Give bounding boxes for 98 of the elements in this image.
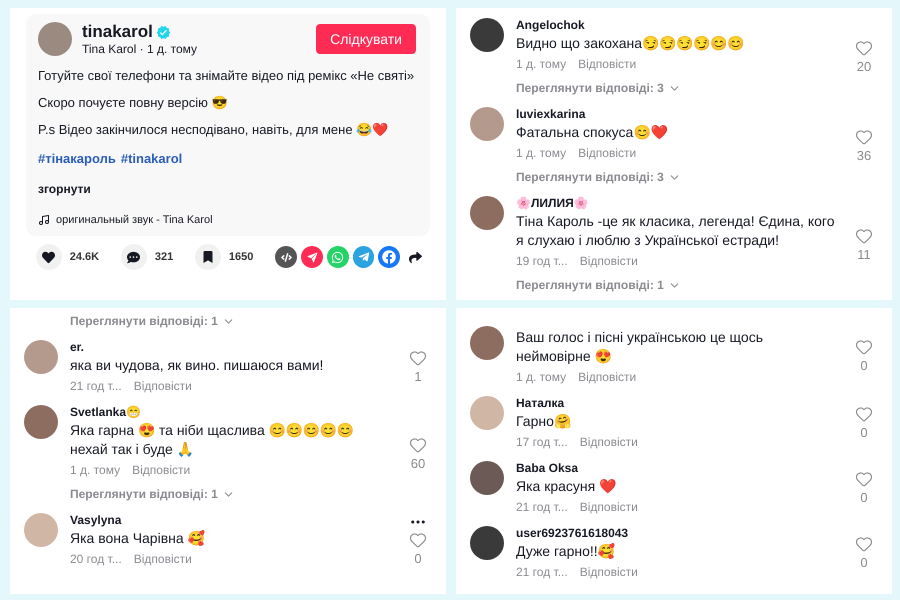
heart-icon <box>855 338 873 356</box>
collapse-button[interactable]: згорнути <box>38 182 91 196</box>
heart-icon <box>855 470 873 488</box>
comment-time: 20 год т... <box>70 552 122 566</box>
facebook-icon <box>382 250 396 264</box>
heart-icon <box>409 436 427 454</box>
comment-time: 1 д. тому <box>516 57 566 71</box>
comment-time: 21 год т... <box>70 379 122 393</box>
heart-icon <box>855 405 873 423</box>
music-note-icon <box>38 214 50 226</box>
paper-plane-icon <box>306 252 318 262</box>
comment-button[interactable] <box>121 244 147 270</box>
comment-text: Ваш голос і пісні українською це щось неймовірне 😍 <box>516 328 764 366</box>
comment-text: Видно що закохана😏😏😏😏😊😊 <box>516 34 746 53</box>
like-count: 20 <box>856 59 872 74</box>
heart-icon <box>409 349 427 367</box>
like-count: 0 <box>414 551 422 566</box>
avatar-photo[interactable] <box>470 461 504 495</box>
heart-icon <box>855 128 873 146</box>
like-count: 0 <box>860 425 868 440</box>
comment-time: 1 д. тому <box>516 370 566 384</box>
like-count: 0 <box>860 358 868 372</box>
comment-text: Яка гарна 😍 та ніби щаслива 😊😊😊😊😊 нехай так і буде 🙏 <box>70 421 355 459</box>
heart-icon <box>855 226 873 244</box>
reply-button[interactable]: Відповісти <box>578 370 636 384</box>
comment-text: Яка вона Чарівна 🥰 <box>70 529 206 548</box>
reply-button[interactable]: Відповісти <box>580 254 638 268</box>
like-count: 1 <box>414 369 422 384</box>
view-replies-button[interactable]: Переглянути відповіді: 1 <box>516 278 681 292</box>
send-button[interactable] <box>301 246 323 268</box>
comment-text: Фатальна спокуса😊❤ <box>516 123 668 142</box>
heart-icon <box>409 531 427 549</box>
comment-time: 19 год т... <box>516 254 568 268</box>
bookmark-count: 1650 <box>228 251 254 263</box>
bookmark-button[interactable] <box>195 244 221 270</box>
post-text: P.s Відео закінчилося несподівано, навіть, для мене 😂❤ <box>38 122 390 137</box>
reply-button[interactable]: Відповісти <box>134 379 192 393</box>
comment-time: 21 год т... <box>516 500 568 514</box>
comment-username[interactable]: Vasylyna <box>70 513 394 527</box>
hashtag-link[interactable]: #тінакароль <box>38 151 116 166</box>
post-author-time: Tina Karol · 1 д. тому <box>82 42 198 56</box>
comment-text: Гарно🤗 <box>516 412 572 431</box>
view-replies-button[interactable]: Переглянути відповіді: 3 <box>516 170 681 184</box>
reply-button[interactable]: Відповісти <box>580 500 638 514</box>
comment-username[interactable]: luviexkarina <box>516 107 840 121</box>
comment-username[interactable]: 🌸ЛИЛИЯ🌸 <box>516 196 840 210</box>
reply-button[interactable]: Відповісти <box>580 565 638 579</box>
like-count: 0 <box>860 490 868 505</box>
like-count: 11 <box>857 246 871 262</box>
like-button[interactable] <box>36 244 62 270</box>
view-replies-button[interactable]: Переглянути відповіді: 3 <box>516 81 681 95</box>
whatsapp-button[interactable] <box>326 246 349 268</box>
bookmark-icon <box>202 251 214 263</box>
comment-text: Тіна Кароль -це як класика, легенда! Єдина, кого я слухаю і люблю з Української естради! <box>516 212 836 250</box>
view-replies-button[interactable]: Переглянути відповіді: 1 <box>70 314 235 328</box>
reply-button[interactable]: Відповісти <box>134 552 192 566</box>
comment-username[interactable]: Svetlanka😁 <box>70 405 394 419</box>
hashtag-link[interactable]: #tinakarol <box>120 151 182 166</box>
post-text: Скоро почуєте повну версію 😎 <box>38 95 229 110</box>
comment-username[interactable]: Angelochok <box>516 18 840 32</box>
heart-icon <box>855 39 873 57</box>
telegram-icon <box>358 251 370 263</box>
like-count: 24.6K <box>70 251 100 263</box>
comment-text: Дуже гарно!!🥰 <box>516 542 616 561</box>
follow-button[interactable]: Слідкувати <box>316 24 416 54</box>
reply-button[interactable]: Відповісти <box>132 463 190 477</box>
facebook-button[interactable] <box>378 246 400 268</box>
like-count: 0 <box>860 555 868 570</box>
post-text: Готуйте свої телефони та знімайте відео під ремікс «Не святі» <box>38 68 416 83</box>
comment-username[interactable]: er. <box>70 340 394 354</box>
view-replies-button[interactable]: Переглянути відповіді: 1 <box>70 487 235 501</box>
comment-username[interactable]: user6923761618043 <box>516 526 840 540</box>
reply-button[interactable]: Відповісти <box>578 57 636 71</box>
like-count: 36 <box>856 148 872 163</box>
comment-count: 321 <box>154 251 174 263</box>
comment-username[interactable]: Наталка <box>516 396 840 410</box>
comment-time: 17 год т... <box>516 435 568 449</box>
comment-time: 1 д. тому <box>70 463 120 477</box>
avatar-photo[interactable] <box>470 18 504 52</box>
embed-code-button[interactable] <box>275 246 298 268</box>
avatar-photo[interactable] <box>470 526 504 560</box>
reply-button[interactable]: Відповісти <box>578 146 636 160</box>
comment-username[interactable]: Baba Oksa <box>516 461 840 475</box>
comment-icon <box>127 250 140 264</box>
like-count: 60 <box>410 456 426 470</box>
telegram-button[interactable] <box>352 246 374 268</box>
sound-link[interactable]: оригинальный звук - Tina Karol <box>56 214 213 226</box>
comment-text: яка ви чудова, як вино. пишаюся вами! <box>70 356 324 375</box>
comment-time: 21 год т... <box>516 565 568 579</box>
share-arrow-icon <box>408 250 422 264</box>
heart-icon <box>855 535 873 553</box>
comment-text: Яка красуня ❤ <box>516 477 618 496</box>
code-icon <box>280 252 292 262</box>
heart-icon <box>42 250 56 264</box>
reply-button[interactable]: Відповісти <box>580 435 638 449</box>
comment-time: 1 д. тому <box>516 146 566 160</box>
post-username[interactable]: tinakarol <box>82 22 153 42</box>
whatsapp-icon <box>331 250 344 264</box>
